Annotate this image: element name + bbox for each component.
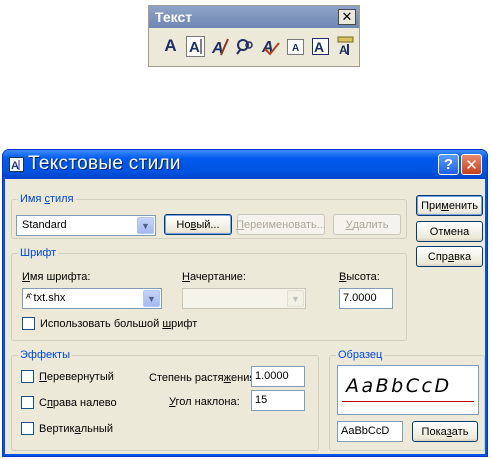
- show-preview-button[interactable]: Пока з ать: [412, 421, 478, 442]
- style-name-label: Имя стиля: [18, 193, 76, 205]
- text-toolbar: Текст ✕ A A A A A A A: [148, 5, 360, 67]
- font-name-value: txt.shx: [33, 292, 66, 304]
- oblique-angle-label: Угол наклона:: [169, 396, 240, 408]
- rename-style-button[interactable]: Переименовать...: [236, 214, 326, 235]
- height-input[interactable]: 7.0000: [339, 288, 393, 309]
- oblique-angle-input[interactable]: 15: [251, 390, 305, 411]
- vertical-label: Вертикальный: [39, 422, 113, 435]
- toolbar-title[interactable]: Текст: [149, 6, 359, 28]
- svg-text:A: A: [292, 43, 299, 54]
- chevron-down-icon[interactable]: ▼: [287, 290, 304, 307]
- apply-button[interactable]: При м енить: [416, 195, 483, 216]
- style-name-value: Standard: [22, 219, 67, 231]
- svg-text:A: A: [189, 39, 200, 56]
- delete-style-button[interactable]: Удалить: [333, 214, 401, 235]
- svg-text:A: A: [314, 39, 324, 55]
- cancel-button[interactable]: Отмена: [416, 221, 483, 242]
- backwards-checkbox[interactable]: Справа налево: [21, 396, 117, 409]
- text-style-dialog-icon: A: [9, 157, 24, 172]
- text-styles-dialog: A Текстовые стили ? ✕ Имя стиля Standard…: [2, 149, 488, 457]
- text-scale-icon[interactable]: A: [286, 34, 305, 58]
- font-name-combo[interactable]: ᴬ̂ txt.shx ▼: [22, 288, 162, 309]
- font-style-label: Начертание:: [182, 271, 246, 283]
- checkbox-box[interactable]: [21, 370, 34, 383]
- chevron-down-icon[interactable]: ▼: [143, 290, 160, 307]
- big-font-label: Использовать большой шрифт: [40, 317, 198, 330]
- text-justify-icon[interactable]: A: [311, 34, 330, 58]
- toolbar-icons: A A A A A A A: [161, 34, 355, 58]
- close-title-button[interactable]: ✕: [461, 154, 482, 175]
- style-name-combo[interactable]: Standard ▼: [16, 215, 156, 236]
- preview-baseline: [342, 401, 474, 402]
- upside-down-label: Перевернутый: [39, 370, 114, 383]
- vertical-checkbox[interactable]: Вертикальный: [21, 422, 113, 435]
- height-label: Высота:: [339, 271, 380, 283]
- text-icon[interactable]: A: [161, 34, 180, 58]
- width-factor-input[interactable]: 1.0000: [251, 366, 305, 387]
- toolbar-close-button[interactable]: ✕: [338, 9, 356, 25]
- width-factor-label: Степень растяжения:: [149, 372, 259, 384]
- font-name-label: Имя шрифта:: [22, 271, 91, 283]
- dialog-title: Текстовые стили: [28, 153, 181, 174]
- preview-group-label: Образец: [336, 349, 385, 361]
- spellcheck-icon[interactable]: A: [261, 34, 280, 58]
- text-convert-icon[interactable]: A: [336, 34, 355, 58]
- font-group-label: Шрифт: [18, 247, 59, 259]
- shx-font-icon: ᴬ̂: [26, 293, 31, 304]
- checkbox-box[interactable]: [22, 317, 35, 330]
- find-icon[interactable]: [236, 34, 255, 58]
- svg-text:A: A: [339, 43, 348, 57]
- new-style-button[interactable]: Но в ый...: [164, 214, 232, 235]
- text-edit-icon[interactable]: A: [186, 34, 205, 58]
- preview-text-input[interactable]: AaBbCcD: [337, 421, 403, 442]
- font-style-combo[interactable]: ▼: [182, 288, 306, 309]
- checkbox-box[interactable]: [21, 422, 34, 435]
- dialog-titlebar[interactable]: A Текстовые стили ? ✕: [3, 150, 487, 179]
- checkbox-box[interactable]: [21, 396, 34, 409]
- preview-box: AaBbCcD: [337, 365, 479, 415]
- text-style-icon[interactable]: A: [211, 34, 230, 58]
- backwards-label: Справа налево: [39, 396, 117, 409]
- effects-group-label: Эффекты: [18, 349, 73, 361]
- svg-text:A: A: [11, 160, 19, 171]
- upside-down-checkbox[interactable]: Перевернутый: [21, 370, 114, 383]
- help-title-button[interactable]: ?: [438, 154, 459, 175]
- help-button[interactable]: Спр а вка: [416, 246, 483, 267]
- big-font-checkbox[interactable]: Использовать большой шрифт: [22, 317, 197, 330]
- chevron-down-icon[interactable]: ▼: [137, 217, 154, 234]
- preview-sample-text: AaBbCcD: [346, 375, 452, 397]
